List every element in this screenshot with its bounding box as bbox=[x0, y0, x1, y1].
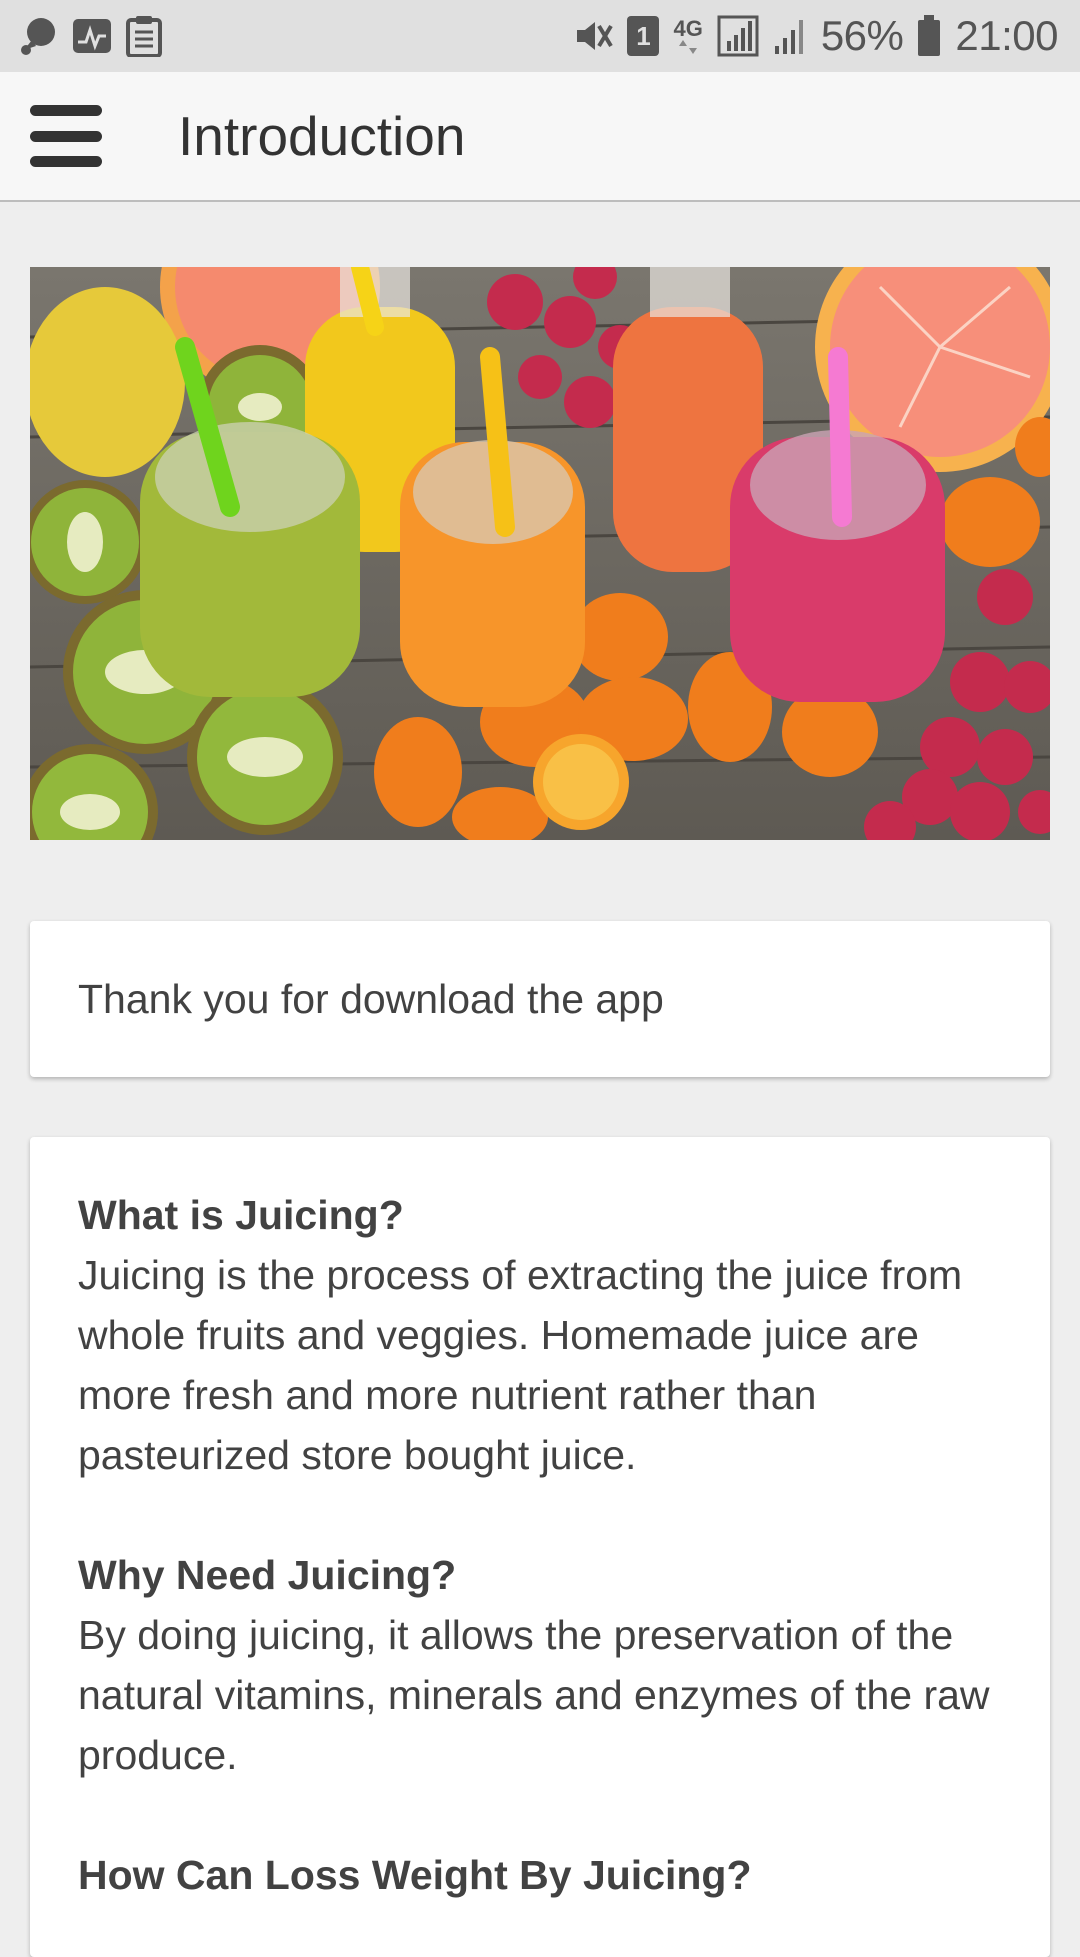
section-why-need-juicing: Why Need Juicing? By doing juicing, it a… bbox=[78, 1545, 1002, 1785]
juice-bottles-fruit-image bbox=[30, 267, 1050, 840]
mute-vibrate-icon bbox=[573, 18, 614, 54]
status-right-icons: 1 4G 56% 21:00 bbox=[573, 12, 1058, 60]
section-body: Juicing is the process of extracting the… bbox=[78, 1252, 963, 1478]
battery-icon bbox=[917, 15, 941, 57]
section-body: By doing juicing, it allows the preserva… bbox=[78, 1612, 990, 1778]
section-what-is-juicing: What is Juicing? Juicing is the process … bbox=[78, 1185, 1002, 1485]
section-heading: Why Need Juicing? bbox=[78, 1552, 457, 1598]
app-bar: Introduction bbox=[0, 72, 1080, 202]
signal-icon bbox=[717, 15, 759, 57]
signal-2-icon bbox=[773, 16, 807, 56]
section-how-lose-weight: How Can Loss Weight By Juicing? bbox=[78, 1845, 1002, 1905]
sim-icon: 1 bbox=[627, 16, 660, 56]
hamburger-menu-icon[interactable] bbox=[30, 105, 102, 167]
network-type: 4G bbox=[673, 16, 703, 41]
activity-icon bbox=[72, 18, 112, 54]
status-left-icons bbox=[20, 15, 162, 57]
4g-data-icon: 4G bbox=[673, 16, 703, 54]
page-title: Introduction bbox=[178, 105, 466, 167]
section-heading: How Can Loss Weight By Juicing? bbox=[78, 1852, 752, 1898]
info-card: What is Juicing? Juicing is the process … bbox=[30, 1137, 1050, 1957]
clock: 21:00 bbox=[955, 12, 1058, 59]
status-bar: 1 4G 56% 21:00 bbox=[0, 0, 1080, 72]
thanks-card: Thank you for download the app bbox=[30, 921, 1050, 1077]
battery-percent: 56% bbox=[820, 12, 904, 59]
thanks-text: Thank you for download the app bbox=[78, 975, 664, 1022]
sim-badge: 1 bbox=[636, 20, 651, 51]
clipboard-icon bbox=[126, 15, 162, 57]
section-heading: What is Juicing? bbox=[78, 1192, 404, 1238]
chat-icon bbox=[20, 16, 58, 56]
